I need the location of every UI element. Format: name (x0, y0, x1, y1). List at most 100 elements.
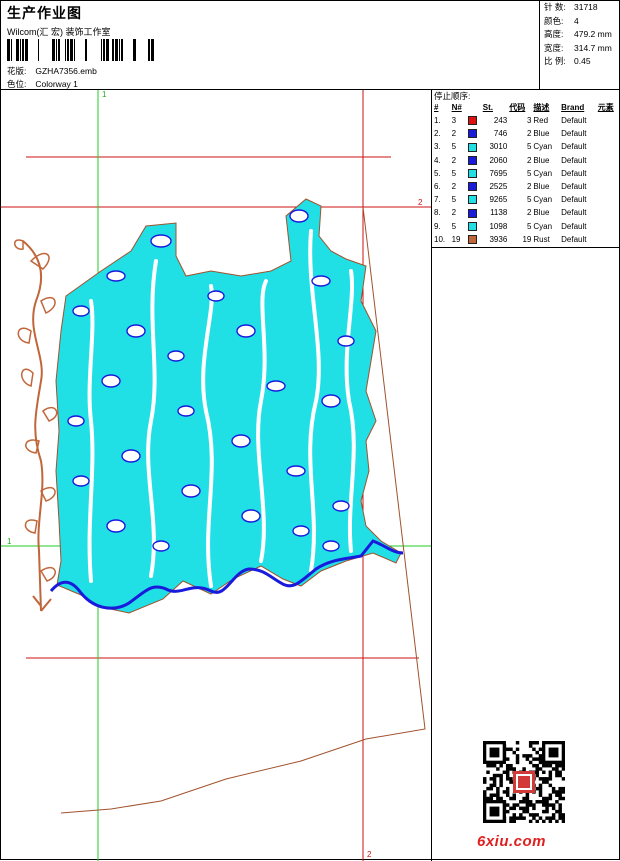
row-swatch (467, 114, 482, 127)
row-code: 3 (526, 116, 532, 126)
row-brand: Default (561, 129, 587, 139)
row-index: 5. (434, 168, 441, 178)
row-element (597, 206, 620, 219)
design-label: 花版: (7, 66, 27, 76)
row-element (597, 220, 620, 233)
row-brand: Default (561, 155, 587, 165)
colorway-name: Colorway 1 (35, 79, 78, 89)
stop-sequence-table: # N# St. 代码 描述 Brand 元素 1. 3 243 3 Red Defaul… (433, 101, 620, 246)
table-row: 7. 5 9265 5 Cyan Default (433, 193, 620, 206)
table-row: 8. 2 1138 2 Blue Default (433, 206, 620, 219)
row-needle: 2 (451, 182, 457, 192)
table-row: 1. 3 243 3 Red Default (433, 114, 620, 127)
row-stitches: 1138 (490, 208, 508, 218)
color-swatch (467, 142, 477, 152)
row-stitches: 3010 (489, 142, 508, 152)
row-code: 19 (522, 234, 532, 244)
row-description: Blue (533, 155, 550, 165)
row-description: Rust (533, 234, 550, 244)
color-count: 颜色: 4 (544, 15, 579, 26)
row-element (597, 180, 620, 193)
design-height: 高度: 479.2 mm (544, 29, 612, 40)
production-worksheet: 生产作业图 Wilcom(汇 宏) 装饰工作室 花版: GZHA7356.emb… (0, 0, 620, 861)
row-code: 2 (526, 182, 532, 192)
row-needle: 3 (451, 116, 457, 126)
color-swatch (467, 182, 477, 192)
row-needle: 19 (451, 234, 461, 244)
row-index: 1. (434, 116, 441, 126)
row-stitches: 746 (493, 129, 508, 139)
col-header-swatch (467, 101, 482, 114)
row-stitches: 3936 (489, 234, 508, 244)
row-stitches: 1098 (489, 221, 508, 231)
guide-label-h1: 1 (7, 537, 12, 546)
row-code: 2 (526, 155, 532, 165)
row-swatch (467, 206, 482, 219)
table-row: 4. 2 2060 2 Blue Default (433, 154, 620, 167)
row-brand: Default (561, 208, 587, 218)
panel-divider (432, 247, 620, 248)
row-code: 5 (526, 221, 532, 231)
row-index: 2. (434, 129, 441, 139)
row-brand: Default (561, 182, 587, 192)
rust-vine (22, 240, 52, 612)
row-needle: 5 (451, 142, 457, 152)
row-description: Cyan (533, 168, 553, 178)
row-index: 4. (434, 155, 441, 165)
row-index: 6. (434, 182, 441, 192)
row-stitches: 9265 (489, 195, 508, 205)
row-stitches: 2525 (489, 182, 508, 192)
guide-label-v1: 1 (102, 90, 107, 99)
col-header-needle: N# (451, 103, 462, 112)
design-row: 花版: GZHA7356.emb (7, 65, 97, 77)
table-row: 5. 5 7695 5 Cyan Default (433, 167, 620, 180)
row-description: Blue (533, 182, 550, 192)
design-width: 宽度: 314.7 mm (544, 42, 612, 53)
col-header-brand: Brand (561, 103, 585, 112)
row-swatch (467, 180, 482, 193)
row-needle: 2 (451, 155, 457, 165)
worksheet-title: 生产作业图 (7, 5, 82, 21)
table-row: 2. 2 746 2 Blue Default (433, 127, 620, 140)
row-needle: 2 (451, 129, 457, 139)
color-swatch (467, 169, 477, 179)
worksheet-header: 生产作业图 Wilcom(汇 宏) 装饰工作室 花版: GZHA7356.emb… (5, 3, 535, 89)
col-header-code: 代码 (509, 103, 526, 112)
row-index: 3. (434, 142, 441, 152)
row-element (597, 127, 620, 140)
color-swatch (467, 195, 477, 205)
row-description: Cyan (533, 142, 553, 152)
color-swatch (467, 208, 477, 218)
row-index: 9. (434, 221, 441, 231)
site-watermark: 6xiu.com (477, 833, 547, 850)
design-stats: 针 数: 31718 颜色: 4 高度: 479.2 mm 宽度: 314.7 mm 比… (539, 1, 620, 89)
row-element (597, 233, 620, 246)
row-brand: Default (561, 195, 587, 205)
row-brand: Default (561, 221, 587, 231)
row-brand: Default (561, 234, 587, 244)
row-index: 7. (434, 195, 441, 205)
row-description: Cyan (533, 221, 553, 231)
color-swatch (467, 116, 477, 126)
table-header-row: # N# St. 代码 描述 Brand 元素 (433, 101, 620, 114)
col-header-description: 描述 (533, 103, 550, 112)
row-stitches: 2060 (489, 155, 508, 165)
row-description: Blue (533, 208, 550, 218)
stitch-count: 针 数: 31718 (544, 2, 598, 12)
color-swatch (467, 234, 477, 244)
row-code: 5 (526, 142, 532, 152)
row-description: Red (533, 116, 549, 126)
design-scale: 比 例: 0.45 (544, 56, 591, 67)
row-code: 5 (526, 195, 532, 205)
color-swatch (467, 221, 477, 231)
row-element (597, 154, 620, 167)
row-stitches: 7695 (489, 168, 508, 178)
col-header-index: # (434, 103, 439, 112)
row-code: 5 (526, 168, 532, 178)
design-file-name: GZHA7356.emb (35, 66, 97, 76)
table-row: 9. 5 1098 5 Cyan Default (433, 220, 620, 233)
row-swatch (467, 140, 482, 153)
table-row: 10. 19 3936 19 Rust Default (433, 233, 620, 246)
col-header-element: 元素 (597, 103, 614, 112)
color-swatch (467, 155, 477, 165)
